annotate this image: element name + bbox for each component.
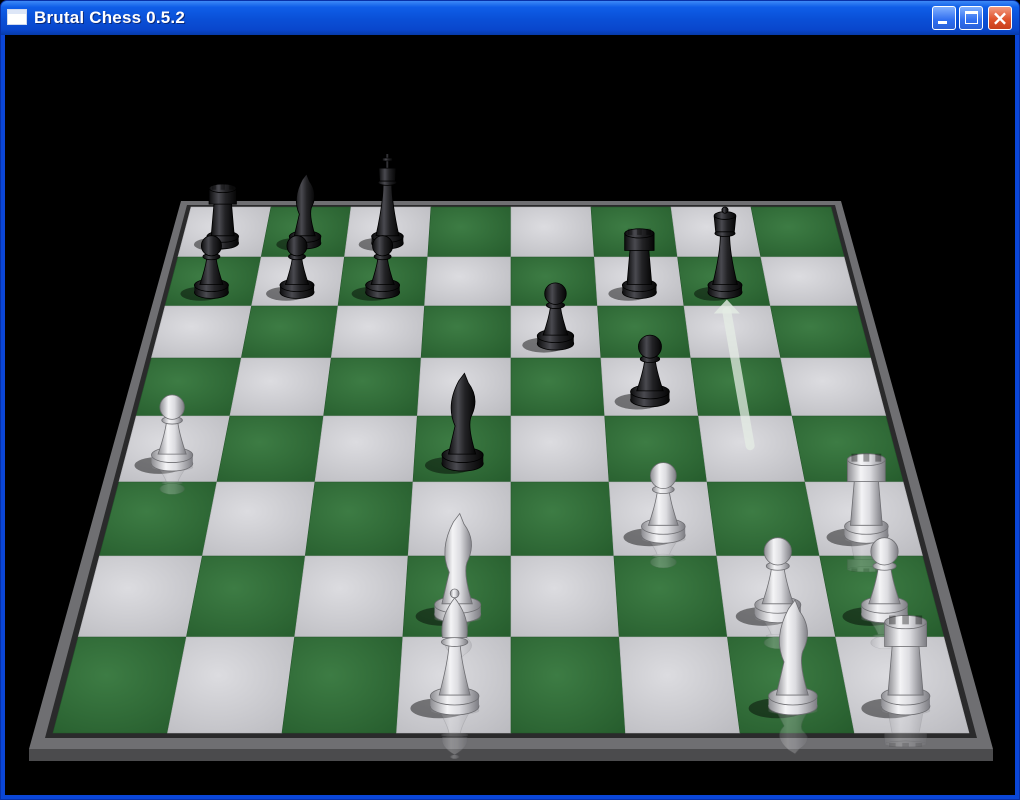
board-square[interactable] [294,555,409,638]
board-frame-edge [29,749,993,761]
board-square[interactable] [618,636,741,734]
board-square[interactable] [750,206,845,258]
app-window-icon[interactable] [7,9,27,25]
board-square[interactable] [99,481,218,557]
board-square[interactable] [510,481,615,557]
board-square[interactable] [240,305,339,359]
title-bar[interactable]: Brutal Chess 0.5.2 × [1,1,1019,35]
board-square[interactable] [201,481,316,557]
board-square[interactable] [323,357,422,417]
board-square[interactable] [510,555,620,638]
game-viewport[interactable] [5,35,1015,795]
maximize-icon [965,11,978,24]
board-square[interactable] [780,357,887,417]
board-square[interactable] [706,481,821,557]
board-square[interactable] [135,357,242,417]
board-square[interactable] [613,555,728,638]
close-button[interactable]: × [988,6,1012,30]
board-square[interactable] [420,305,512,359]
board-square[interactable] [510,636,626,734]
board-square[interactable] [216,415,324,483]
board-square[interactable] [510,357,606,417]
board-square[interactable] [510,206,595,258]
board-square[interactable] [77,555,203,638]
chess-scene[interactable] [5,35,1015,795]
maximize-button[interactable] [959,6,983,30]
board-square[interactable] [281,636,404,734]
board-square[interactable] [424,256,512,307]
application-window: Brutal Chess 0.5.2 × [0,0,1020,800]
board-square[interactable] [330,305,425,359]
board-square[interactable] [510,415,610,483]
board-square[interactable] [167,636,295,734]
board-square[interactable] [760,256,858,307]
board-square[interactable] [314,415,418,483]
board-square[interactable] [770,305,872,359]
close-icon: × [991,6,1009,30]
board-square[interactable] [150,305,252,359]
minimize-icon [938,21,947,24]
board-square[interactable] [229,357,332,417]
minimize-button[interactable] [932,6,956,30]
board-square[interactable] [186,555,306,638]
board-square[interactable] [304,481,414,557]
board-square[interactable] [427,206,512,258]
window-title: Brutal Chess 0.5.2 [34,8,185,27]
